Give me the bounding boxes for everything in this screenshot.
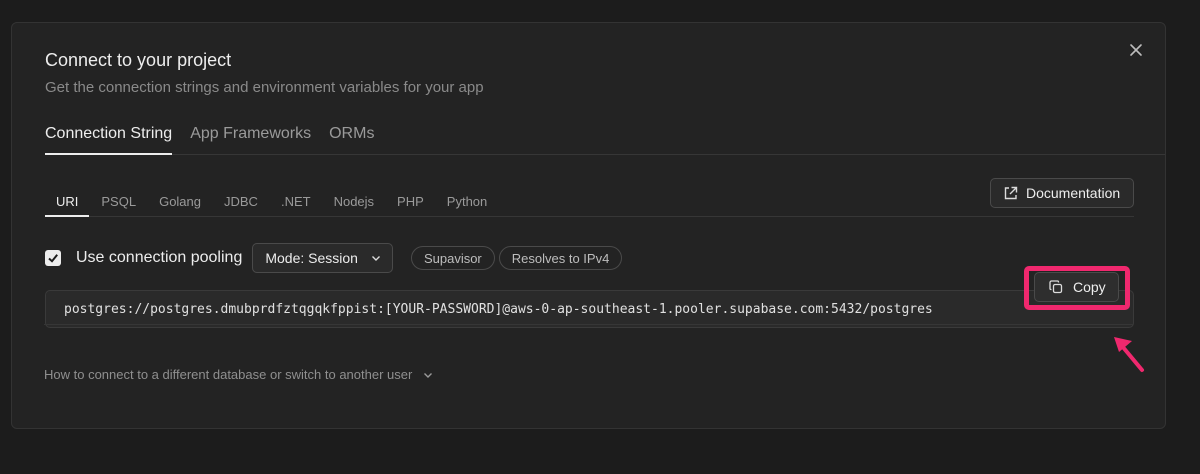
subtab-python[interactable]: Python <box>447 191 487 216</box>
pooling-label: Use connection pooling <box>76 249 243 266</box>
ipv4-badge: Resolves to IPv4 <box>498 246 623 270</box>
sub-tabs: URI PSQL Golang JDBC .NET Nodejs PHP Pyt… <box>45 191 1134 217</box>
mode-select-value: Mode: Session <box>265 250 358 266</box>
mode-select[interactable]: Mode: Session <box>252 243 393 273</box>
subtab-golang[interactable]: Golang <box>159 191 201 216</box>
check-icon <box>48 254 58 263</box>
tab-orms[interactable]: ORMs <box>329 116 374 154</box>
close-icon[interactable] <box>1127 41 1145 59</box>
subtab-php[interactable]: PHP <box>397 191 424 216</box>
copy-button[interactable]: Copy <box>1034 272 1119 302</box>
chevron-down-icon <box>371 256 380 261</box>
pooling-row: Use connection pooling Mode: Session Sup… <box>45 243 626 273</box>
pooling-checkbox[interactable] <box>45 250 61 266</box>
external-link-icon <box>1004 186 1018 199</box>
subtab-uri[interactable]: URI <box>45 191 90 217</box>
copy-label: Copy <box>1073 279 1106 295</box>
tab-app-frameworks[interactable]: App Frameworks <box>190 116 311 154</box>
howto-label: How to connect to a different database o… <box>44 367 413 382</box>
annotation-arrow <box>1114 337 1144 372</box>
subtab-dotnet[interactable]: .NET <box>281 191 311 216</box>
howto-toggle[interactable]: How to connect to a different database o… <box>44 367 434 382</box>
documentation-label: Documentation <box>1026 185 1121 201</box>
modal-title: Connect to your project <box>45 50 232 70</box>
subtab-jdbc[interactable]: JDBC <box>224 191 258 216</box>
connection-string-box: postgres://postgres.dmubprdfztqgqkfppist… <box>45 290 1134 328</box>
subtab-psql[interactable]: PSQL <box>101 191 136 216</box>
documentation-button[interactable]: Documentation <box>990 178 1134 208</box>
subtab-nodejs[interactable]: Nodejs <box>334 191 374 216</box>
chevron-down-icon <box>424 372 433 378</box>
tab-connection-string[interactable]: Connection String <box>45 116 173 155</box>
modal-subtitle: Get the connection strings and environme… <box>45 79 484 96</box>
main-tabs: Connection String App Frameworks ORMs <box>45 116 1165 155</box>
copy-icon <box>1049 280 1063 294</box>
connection-string: postgres://postgres.dmubprdfztqgqkfppist… <box>64 302 933 317</box>
supavisor-badge: Supavisor <box>410 246 495 270</box>
divider <box>44 324 1133 325</box>
